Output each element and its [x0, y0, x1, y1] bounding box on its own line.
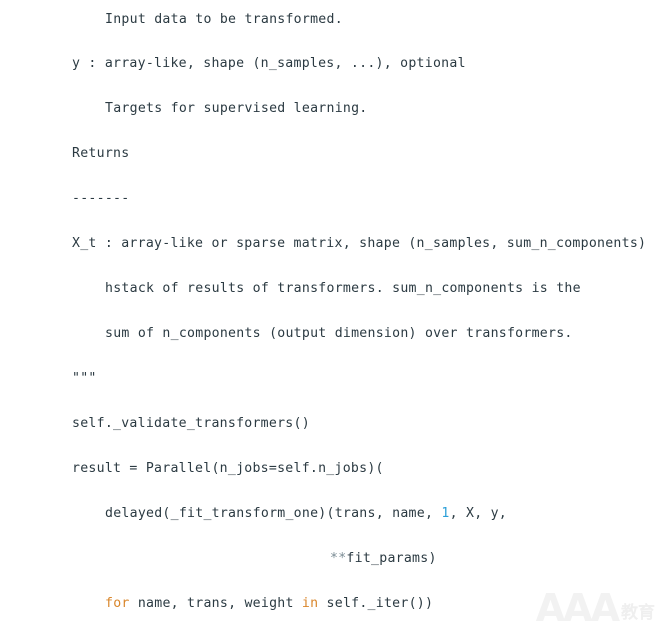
code-line: self._validate_transformers() [0, 414, 661, 434]
code-line: ------- [0, 189, 661, 209]
code-number: 1 [441, 506, 450, 521]
code-text: fit_params) [346, 551, 437, 566]
code-line: Returns [0, 144, 661, 164]
code-keyword: for [105, 596, 130, 611]
code-line: result = Parallel(n_jobs=self.n_jobs)( [0, 459, 661, 479]
code-text: self._iter()) [318, 596, 434, 611]
code-text: delayed(_fit_transform_one)(trans, name, [105, 506, 442, 521]
code-text: name, trans, weight [129, 596, 302, 611]
code-line: hstack of results of transformers. sum_n… [0, 279, 661, 299]
code-line: X_t : array-like or sparse matrix, shape… [0, 234, 661, 254]
code-line: sum of n_components (output dimension) o… [0, 324, 661, 344]
code-line: """ [0, 369, 661, 389]
code-text: sum of n_components (output dimension) o… [105, 326, 573, 341]
code-listing: Input data to be transformed. y : array-l… [0, 0, 661, 633]
code-text: self._validate_transformers() [72, 416, 310, 431]
code-text: X_t : array-like or sparse matrix, shape… [72, 236, 647, 251]
code-text: Targets for supervised learning. [105, 101, 368, 116]
code-text: Returns [72, 146, 130, 161]
code-line: Input data to be transformed. [0, 10, 661, 30]
code-text: Input data to be transformed. [105, 12, 343, 27]
code-text: ------- [72, 191, 130, 206]
code-keyword: in [301, 596, 319, 611]
code-text: result = Parallel(n_jobs=self.n_jobs)( [72, 461, 384, 476]
code-text: hstack of results of transformers. sum_n… [105, 281, 581, 296]
code-line: y : array-like, shape (n_samples, ...), … [0, 54, 661, 74]
code-text: , X, y, [449, 506, 508, 521]
code-operator: ** [330, 551, 347, 566]
code-text: """ [72, 371, 97, 386]
code-line: for name, trans, weight in self._iter()) [0, 594, 661, 614]
code-text: y : array-like, shape (n_samples, ...), … [72, 56, 466, 71]
code-line: delayed(_fit_transform_one)(trans, name,… [0, 504, 661, 524]
code-line: Targets for supervised learning. [0, 99, 661, 119]
code-line: **fit_params) [0, 549, 661, 569]
